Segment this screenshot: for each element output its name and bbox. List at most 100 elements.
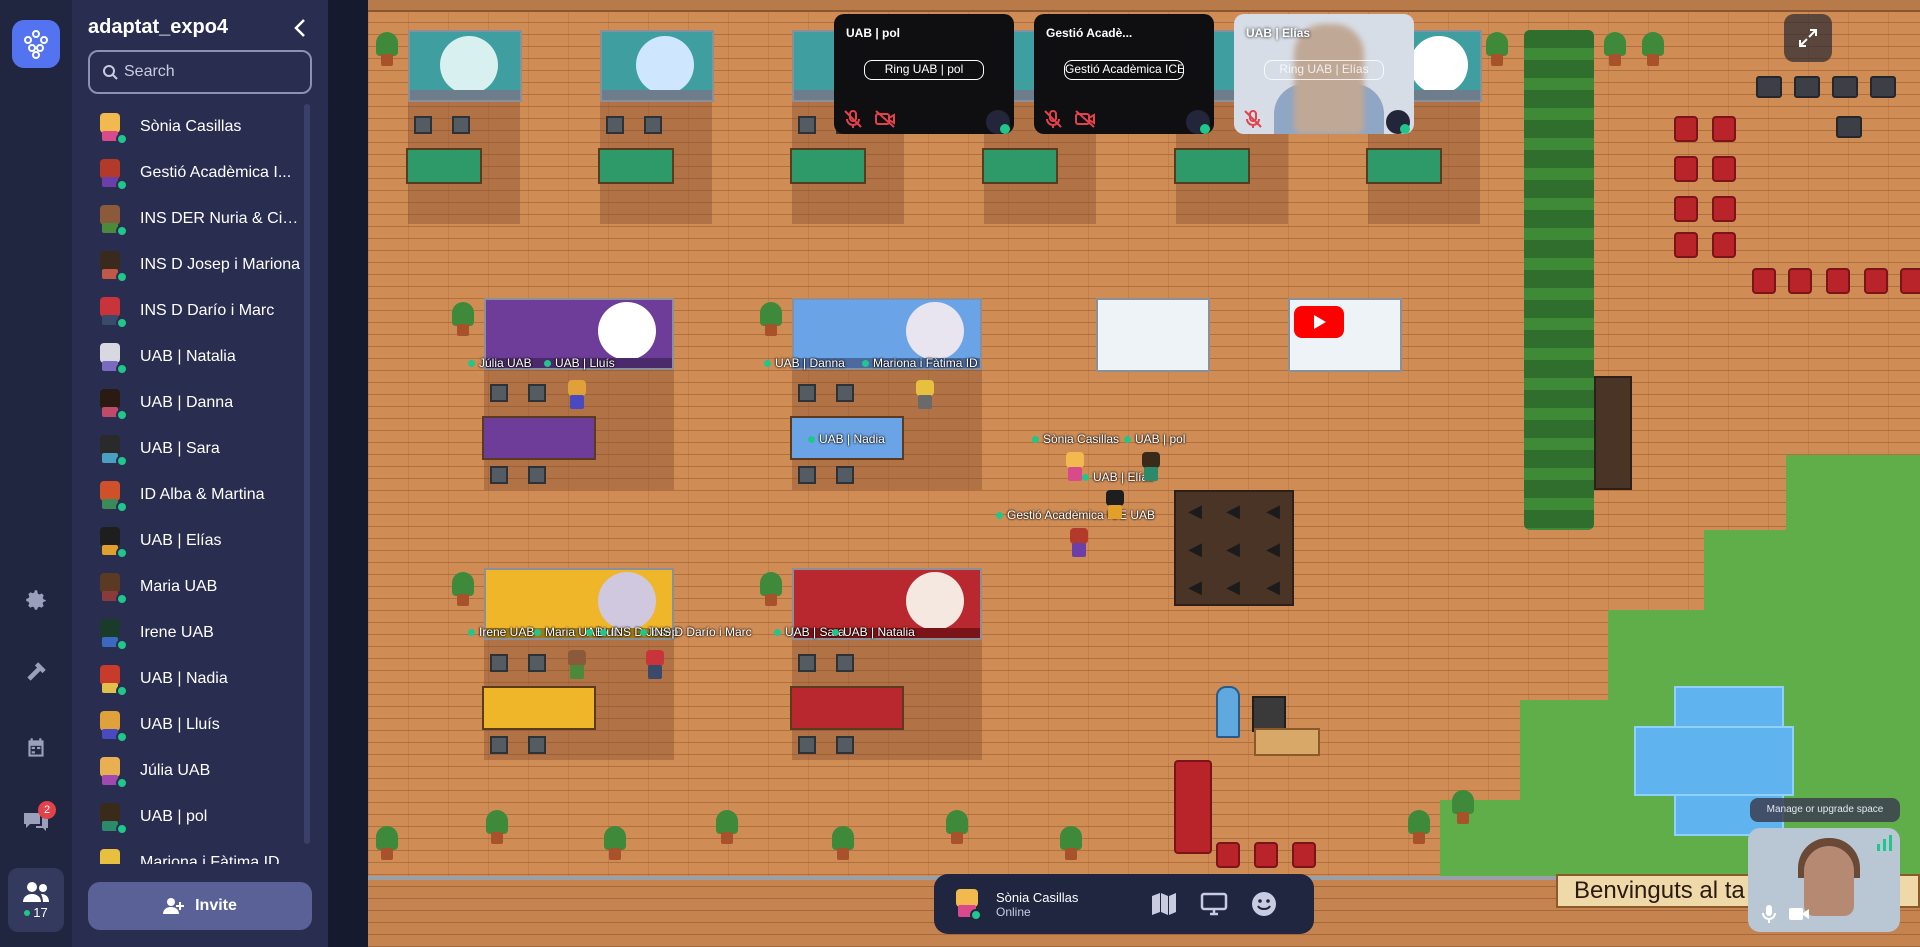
coffee-machine[interactable] — [1252, 696, 1286, 732]
potted-plant — [486, 810, 508, 846]
collapse-sidebar-chevron-left-icon[interactable] — [288, 14, 312, 42]
camera-icon[interactable] — [1788, 906, 1810, 922]
search-box[interactable] — [88, 50, 312, 94]
avatar-sprite[interactable] — [1068, 528, 1090, 558]
chair — [528, 384, 546, 402]
video-tile[interactable]: UAB | pol Ring UAB | pol — [834, 14, 1014, 134]
search-input[interactable] — [124, 60, 304, 84]
video-tile-avatar — [1186, 110, 1210, 134]
avatar-sprite-self[interactable] — [1064, 452, 1086, 482]
camera-off-icon — [1075, 110, 1095, 128]
yellow-desk — [482, 686, 596, 730]
participant-row[interactable]: UAB | Natalia — [72, 334, 312, 380]
participant-avatar — [96, 571, 128, 605]
desk — [1174, 148, 1250, 184]
invite-button[interactable]: Invite — [88, 882, 312, 930]
participant-row[interactable]: INS DER Nuria & Cinta — [72, 196, 312, 242]
chair — [528, 654, 546, 672]
participant-row[interactable]: UAB | Elías — [72, 518, 312, 564]
microphone-icon[interactable] — [1760, 904, 1778, 924]
avatar-sprite[interactable] — [1140, 452, 1162, 482]
video-tile-name: UAB | Elías — [1246, 26, 1311, 40]
video-tile[interactable]: UAB | Elías Ring UAB | Elías — [1234, 14, 1414, 134]
manage-upgrade-space-link[interactable]: Manage or upgrade space — [1750, 798, 1900, 822]
expand-arrows-icon — [1799, 29, 1817, 47]
online-status-dot — [116, 133, 128, 145]
audio-level-icon — [1877, 835, 1892, 851]
participant-row[interactable]: UAB | pol — [72, 794, 312, 840]
avatar-sprite[interactable] — [914, 380, 936, 410]
participant-name: Gestió Acadèmica I... — [140, 164, 292, 181]
participant-row[interactable]: UAB | Danna — [72, 380, 312, 426]
video-tile[interactable]: Gestió Acadè... Gestió Acadèmica ICE — [1034, 14, 1214, 134]
top-booth-2[interactable] — [600, 30, 714, 102]
participant-row[interactable]: INS D Josep i Mariona — [72, 242, 312, 288]
chair — [798, 466, 816, 484]
participant-avatar — [96, 525, 128, 559]
game-map[interactable]: Júlia UAB UAB | Lluís UAB | Danna Marion… — [368, 0, 1920, 947]
video-tile-avatar — [1386, 110, 1410, 134]
expand-video-button[interactable] — [1784, 14, 1832, 62]
participant-row[interactable]: ID Alba & Martina — [72, 472, 312, 518]
red-chair — [1752, 268, 1776, 294]
side-table — [1254, 728, 1320, 756]
participant-row[interactable]: UAB | Sara — [72, 426, 312, 472]
participant-avatar — [96, 801, 128, 835]
ring-button[interactable]: Gestió Acadèmica ICE — [1064, 60, 1184, 80]
gather-logo-icon[interactable] — [12, 20, 60, 68]
participants-button[interactable]: 17 — [8, 868, 64, 932]
my-name: Sònia Casillas — [996, 889, 1079, 905]
minimap-button[interactable] — [1142, 882, 1186, 926]
seat — [1836, 116, 1862, 138]
potted-plant — [1060, 826, 1082, 862]
participant-row[interactable]: Sònia Casillas — [72, 104, 312, 150]
whiteboard[interactable] — [1096, 298, 1210, 372]
participants-sidebar: adaptat_expo4 Sònia Casillas Gestió Acadè… — [72, 0, 328, 947]
participant-avatar — [96, 295, 128, 329]
red-chair — [1254, 842, 1278, 868]
participant-row[interactable]: Júlia UAB — [72, 748, 312, 794]
invite-label: Invite — [195, 897, 237, 914]
hedge-column — [1524, 30, 1594, 530]
participant-row[interactable]: Gestió Acadèmica I... — [72, 150, 312, 196]
top-booth-1[interactable] — [408, 30, 522, 102]
ring-button[interactable]: Ring UAB | Elías — [1264, 60, 1384, 80]
video-tile-name: UAB | pol — [846, 26, 901, 40]
participant-row[interactable]: Irene UAB — [72, 610, 312, 656]
participant-row[interactable]: Mariona i Fàtima ID — [72, 840, 312, 864]
emote-button[interactable] — [1242, 882, 1286, 926]
sidebar-divider — [328, 0, 368, 947]
participant-list-scrollbar[interactable] — [304, 104, 310, 844]
avatar-sprite[interactable] — [644, 650, 666, 680]
online-status-dot — [116, 547, 128, 559]
my-status[interactable]: Sònia Casillas Online — [996, 890, 1136, 919]
online-status-dot — [116, 593, 128, 605]
online-status-dot — [116, 455, 128, 467]
build-hammer-icon[interactable] — [16, 652, 56, 692]
calendar-icon[interactable] — [16, 728, 56, 768]
participant-row[interactable]: INS D Darío i Marc — [72, 288, 312, 334]
participant-row[interactable]: UAB | Nadia — [72, 656, 312, 702]
participant-name: UAB | pol — [140, 808, 208, 825]
chair — [836, 736, 854, 754]
my-avatar[interactable] — [952, 887, 982, 921]
potted-plant — [452, 302, 474, 338]
avatar-sprite[interactable] — [566, 650, 588, 680]
red-chair — [1674, 196, 1698, 222]
ring-button[interactable]: Ring UAB | pol — [864, 60, 984, 80]
potted-plant — [1486, 32, 1508, 68]
water-cooler[interactable] — [1216, 686, 1240, 738]
participant-name: UAB | Natalia — [140, 348, 236, 365]
avatar-sprite[interactable] — [1104, 490, 1126, 520]
screen-share-button[interactable] — [1192, 882, 1236, 926]
chair — [644, 116, 662, 134]
participant-name: UAB | Nadia — [140, 670, 228, 687]
map-user-label: Mariona i Fàtima ID — [862, 356, 978, 370]
youtube-screen[interactable] — [1288, 298, 1402, 372]
participant-list: Sònia Casillas Gestió Acadèmica I... INS D… — [72, 104, 312, 864]
avatar-sprite[interactable] — [566, 380, 588, 410]
self-video-preview[interactable] — [1748, 828, 1900, 932]
settings-gear-icon[interactable] — [16, 580, 56, 620]
participant-row[interactable]: Maria UAB — [72, 564, 312, 610]
participant-row[interactable]: UAB | Lluís — [72, 702, 312, 748]
